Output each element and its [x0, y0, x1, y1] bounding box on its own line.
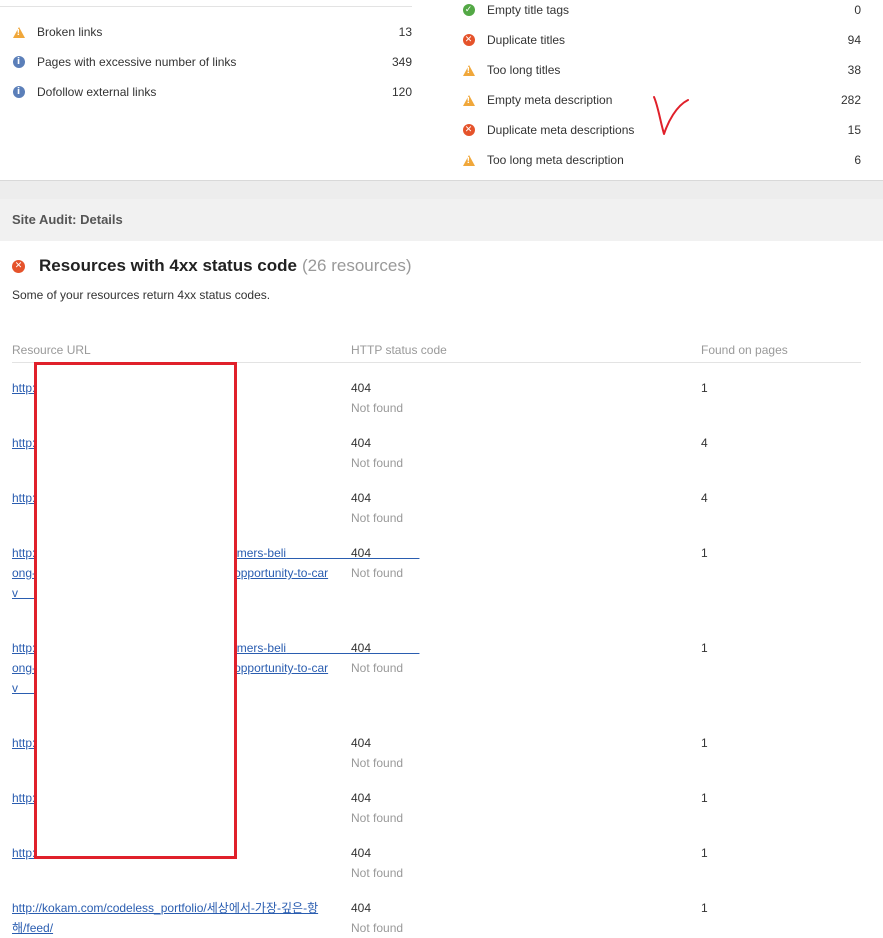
found-count: 1	[701, 736, 708, 750]
gray-band	[0, 181, 883, 199]
status-text: Not found	[351, 456, 404, 470]
info-icon: i	[12, 56, 25, 69]
issue-row-empty-title[interactable]: ✓ Empty title tags 0	[462, 0, 861, 20]
status-cell: 404 Not found	[351, 733, 403, 773]
error-icon: ✕	[12, 259, 25, 273]
issue-row-dofollow-external[interactable]: i Dofollow external links 120	[12, 82, 412, 102]
status-code: 404	[351, 901, 372, 915]
status-code: 404	[351, 846, 372, 860]
found-count: 1	[701, 846, 708, 860]
status-cell: 404 Not found	[351, 638, 403, 678]
status-code: 404	[351, 546, 372, 560]
found-count: 1	[701, 791, 708, 805]
issue-label: Pages with excessive number of links	[37, 55, 237, 69]
status-code: 404	[351, 736, 372, 750]
issue-row-duplicate-titles[interactable]: ✕ Duplicate titles 94	[462, 30, 861, 50]
status-code: 404	[351, 641, 372, 655]
error-icon: ✕	[462, 124, 475, 137]
issue-row-excessive-links[interactable]: i Pages with excessive number of links 3…	[12, 52, 412, 72]
found-count: 1	[701, 901, 708, 915]
status-cell: 404 Not found	[351, 543, 403, 583]
issue-label: Empty title tags	[487, 3, 570, 17]
found-count: 1	[701, 381, 708, 395]
warning-icon	[462, 154, 475, 167]
status-text: Not found	[351, 921, 404, 935]
found-count: 1	[701, 641, 708, 655]
status-cell: 404 Not found	[351, 843, 403, 883]
status-code: 404	[351, 436, 372, 450]
found-count: 1	[701, 546, 708, 560]
status-cell: 404 Not found	[351, 898, 403, 938]
check-icon: ✓	[462, 4, 475, 17]
resource-count: (26 resources)	[301, 256, 412, 275]
status-text: Not found	[351, 511, 404, 525]
issue-label: Dofollow external links	[37, 85, 157, 99]
status-code: 404	[351, 381, 372, 395]
status-cell: 404 Not found	[351, 433, 403, 473]
status-text: Not found	[351, 401, 404, 415]
info-icon: i	[12, 86, 25, 99]
status-text: Not found	[351, 661, 404, 675]
status-cell: 404 Not found	[351, 488, 403, 528]
status-code: 404	[351, 791, 372, 805]
resource-url-link[interactable]: http://kokam.com/codeless_portfolio/세상에서…	[12, 898, 332, 938]
issue-row-long-titles[interactable]: Too long titles 38	[462, 60, 861, 80]
status-text: Not found	[351, 756, 404, 770]
issue-count: 120	[391, 85, 412, 99]
status-code: 404	[351, 491, 372, 505]
issue-count: 94	[847, 33, 861, 47]
warning-icon	[12, 26, 25, 39]
status-text: Not found	[351, 811, 404, 825]
issue-count: 38	[847, 63, 861, 77]
issue-label: Broken links	[37, 25, 103, 39]
error-icon: ✕	[462, 34, 475, 47]
issue-count: 6	[854, 153, 861, 167]
column-header-found: Found on pages	[701, 343, 788, 357]
resource-title: Resources with 4xx status code	[39, 256, 297, 275]
found-count: 4	[701, 491, 708, 505]
issue-count: 15	[847, 123, 861, 137]
status-cell: 404 Not found	[351, 378, 403, 418]
column-header-status: HTTP status code	[351, 343, 447, 357]
issue-count: 13	[398, 25, 412, 39]
warning-icon	[462, 94, 475, 107]
section-title: Site Audit: Details	[12, 212, 123, 227]
issue-label: Duplicate titles	[487, 33, 566, 47]
warning-icon	[462, 64, 475, 77]
resource-description: Some of your resources return 4xx status…	[12, 288, 271, 302]
issue-count: 349	[391, 55, 412, 69]
issue-label: Too long titles	[487, 63, 561, 77]
status-text: Not found	[351, 866, 404, 880]
status-text: Not found	[351, 566, 404, 580]
column-header-url: Resource URL	[12, 343, 91, 357]
redaction-box	[34, 362, 237, 859]
issue-row-long-meta[interactable]: Too long meta description 6	[462, 150, 861, 170]
issue-row-broken-links[interactable]: Broken links 13	[12, 22, 412, 42]
section-header: Site Audit: Details	[0, 199, 883, 241]
issues-summary-panel: Broken links 13 i Pages with excessive n…	[0, 0, 883, 180]
resource-heading: ✕ Resources with 4xx status code (26 res…	[12, 255, 412, 277]
issue-count: 0	[854, 3, 861, 17]
issue-label: Too long meta description	[487, 153, 624, 167]
divider	[0, 6, 412, 7]
status-cell: 404 Not found	[351, 788, 403, 828]
found-count: 4	[701, 436, 708, 450]
issue-count: 282	[840, 93, 861, 107]
handwritten-check-mark	[653, 96, 689, 135]
